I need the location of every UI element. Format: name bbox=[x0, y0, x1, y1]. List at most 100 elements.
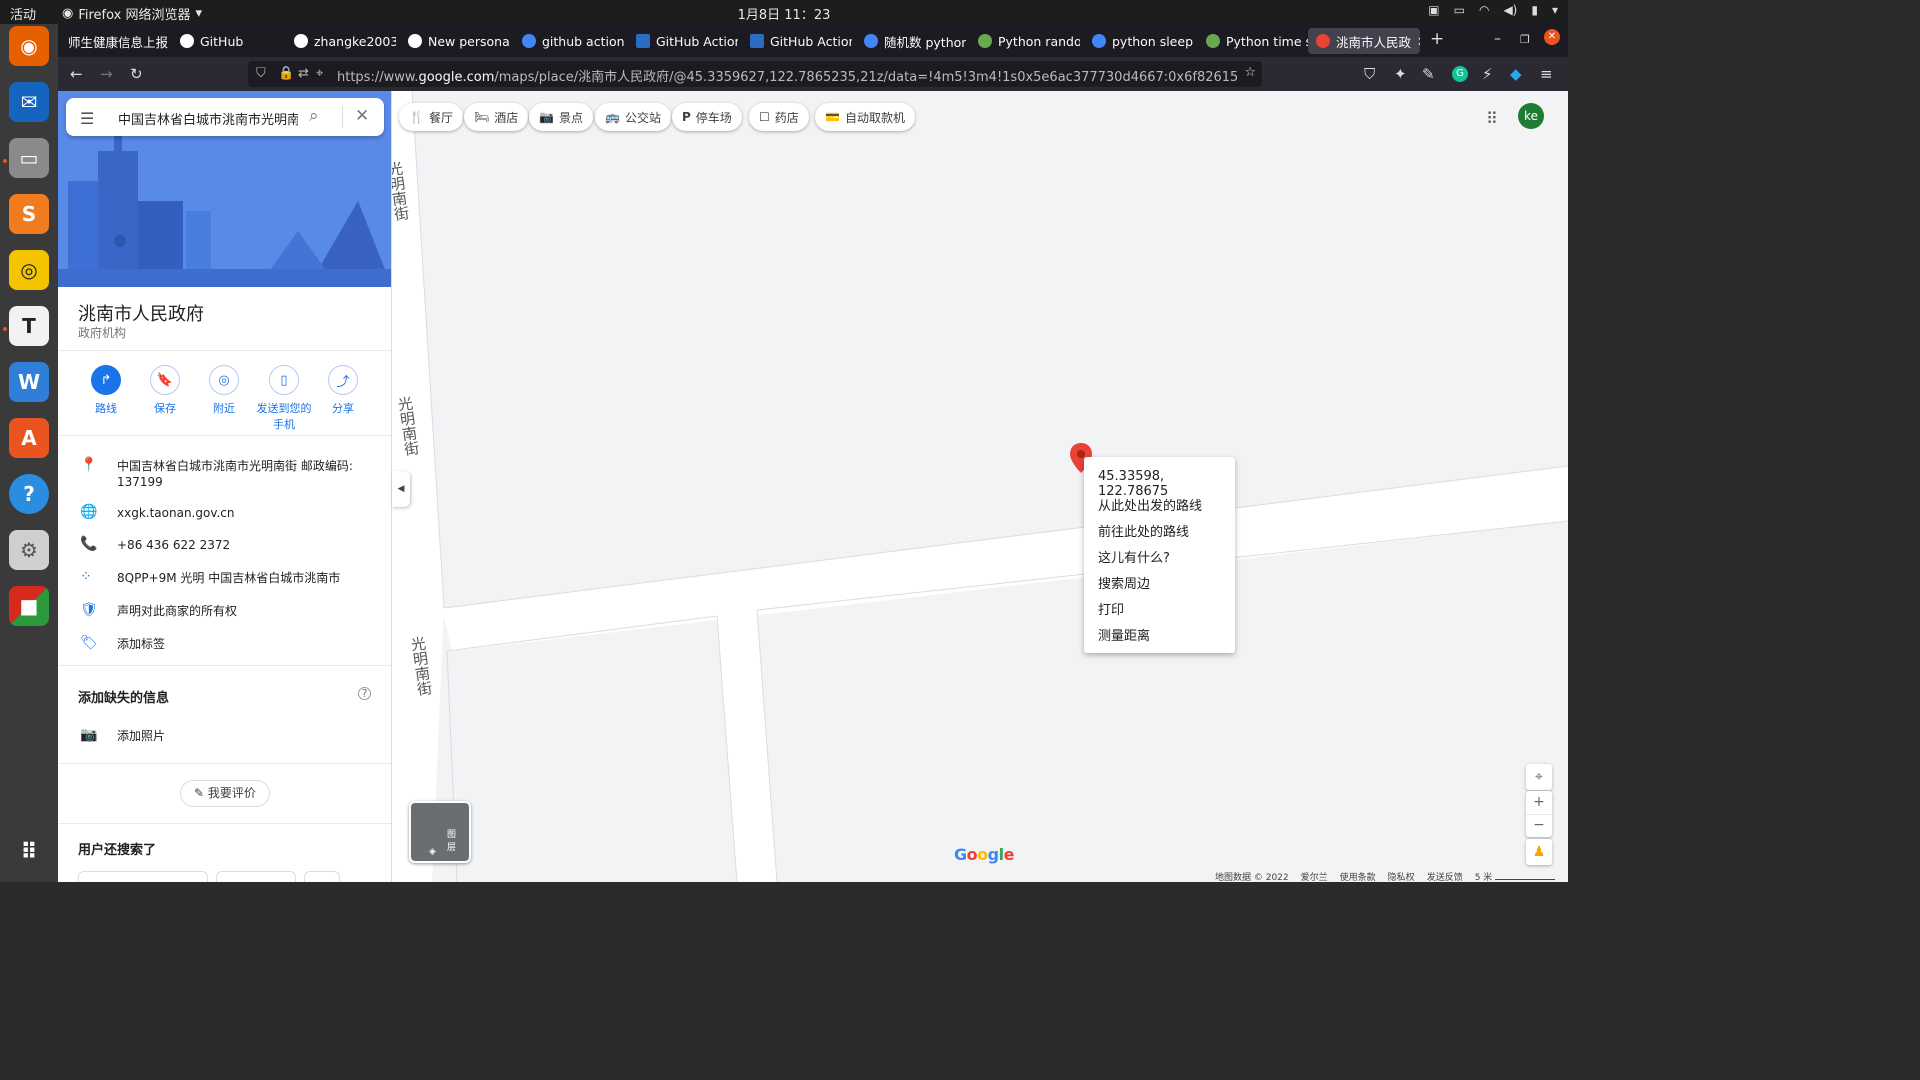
reload-icon[interactable]: ↻ bbox=[130, 65, 143, 83]
help-icon[interactable]: ? bbox=[358, 687, 371, 700]
wps-dock-icon[interactable]: W bbox=[9, 362, 49, 402]
back-icon[interactable]: ← bbox=[70, 65, 83, 83]
battery-icon[interactable]: ▮ bbox=[1531, 3, 1538, 17]
forward-icon[interactable]: → bbox=[100, 65, 113, 83]
chip-pharmacy[interactable]: ☐ 药店 bbox=[749, 103, 809, 131]
nearby-button[interactable]: ◎ 附近 bbox=[194, 365, 254, 416]
region-link[interactable]: 爱尔兰 bbox=[1301, 870, 1328, 882]
zoom-out-button[interactable]: − bbox=[1526, 814, 1552, 837]
location-icon[interactable]: ⌖ bbox=[316, 66, 323, 81]
new-tab-button[interactable]: + bbox=[1430, 29, 1444, 49]
clock[interactable]: 1月8日 11：23 bbox=[0, 4, 1568, 23]
context-menu-directions-from[interactable]: 从此处出发的路线 bbox=[1098, 495, 1202, 514]
tab[interactable]: github action bbox=[514, 28, 624, 54]
feedback-link[interactable]: 发送反馈 bbox=[1427, 870, 1463, 882]
thunderbird-dock-icon[interactable]: ✉ bbox=[9, 82, 49, 122]
street-view-pegman[interactable]: ♟ bbox=[1526, 839, 1552, 865]
map-canvas[interactable] bbox=[392, 91, 1568, 882]
tab[interactable]: New personal bbox=[400, 28, 510, 54]
files-dock-icon[interactable]: ▭ bbox=[9, 138, 49, 178]
share-button[interactable]: ⤴ 分享 bbox=[313, 365, 373, 416]
bookmark-star-icon[interactable]: ☆ bbox=[1244, 65, 1256, 80]
show-apps-icon[interactable]: ⠿ bbox=[9, 832, 49, 872]
directions-button[interactable]: ↱ 路线 bbox=[76, 365, 136, 416]
help-dock-icon[interactable]: ? bbox=[9, 474, 49, 514]
url-text[interactable]: https://www.google.com/maps/place/洮南市人民政… bbox=[337, 66, 1237, 85]
google-apps-icon[interactable]: ⠿ bbox=[1486, 109, 1498, 128]
url-bar[interactable]: ⛉ 🔒 ⇄ ⌖ https://www.google.com/maps/plac… bbox=[248, 61, 1262, 87]
grammarly-icon[interactable]: G bbox=[1452, 66, 1468, 82]
firefox-dock-icon[interactable]: ◉ bbox=[9, 26, 49, 66]
power-menu-icon[interactable]: ▾ bbox=[1552, 3, 1558, 17]
scale-bar[interactable]: 5 米 bbox=[1475, 870, 1556, 882]
privacy-link[interactable]: 隐私权 bbox=[1388, 870, 1415, 882]
minimize-icon[interactable]: – bbox=[1494, 31, 1501, 47]
place-category[interactable]: 政府机构 bbox=[78, 324, 126, 341]
tab[interactable]: python sleep bbox=[1084, 28, 1194, 54]
chip-restaurants[interactable]: 🍴 餐厅 bbox=[399, 103, 463, 131]
chip-parking[interactable]: P 停车场 bbox=[672, 103, 742, 131]
close-icon[interactable]: ✕ bbox=[355, 106, 369, 126]
sublime-dock-icon[interactable]: S bbox=[9, 194, 49, 234]
permissions-icon[interactable]: ⇄ bbox=[298, 66, 309, 81]
context-menu-search-nearby[interactable]: 搜索周边 bbox=[1098, 573, 1150, 592]
chip-transit[interactable]: 🚌 公交站 bbox=[595, 103, 671, 131]
text-editor-dock-icon[interactable]: T bbox=[9, 306, 49, 346]
tab[interactable]: Python rando bbox=[970, 28, 1080, 54]
context-menu-directions-to[interactable]: 前往此处的路线 bbox=[1098, 521, 1189, 540]
chip-attractions[interactable]: 📷 景点 bbox=[529, 103, 593, 131]
tab[interactable]: GitHub Action bbox=[742, 28, 852, 54]
write-review-button[interactable]: ✎ 我要评价 bbox=[180, 780, 270, 807]
chip-atm[interactable]: 💳 自动取款机 bbox=[815, 103, 915, 131]
screen-icon[interactable]: ▣ bbox=[1428, 3, 1439, 17]
chip-hotels[interactable]: 🛏 酒店 bbox=[464, 103, 529, 131]
related-place-card[interactable] bbox=[216, 871, 296, 882]
pocket-icon[interactable]: ⛉ bbox=[1364, 65, 1375, 83]
tab[interactable]: zhangke2003 bbox=[286, 28, 396, 54]
my-location-button[interactable]: ⌖ bbox=[1526, 764, 1552, 790]
system-tray[interactable]: ▣ ▭ ◠ ◀) ▮ ▾ bbox=[1428, 3, 1558, 17]
terms-link[interactable]: 使用条款 bbox=[1340, 870, 1376, 882]
maximize-icon[interactable]: ❐ bbox=[1520, 33, 1530, 46]
tab[interactable]: GitHub Action bbox=[628, 28, 738, 54]
game-dock-icon[interactable]: ■ bbox=[9, 586, 49, 626]
tab[interactable]: GitHub bbox=[172, 28, 282, 54]
wifi-icon[interactable]: ◠ bbox=[1479, 3, 1489, 17]
extension-icon[interactable]: ⚡ bbox=[1482, 65, 1493, 83]
tab[interactable]: 随机数 python bbox=[856, 28, 966, 54]
tab[interactable]: Python time s bbox=[1198, 28, 1308, 54]
close-tab-icon[interactable]: ✕ bbox=[1417, 34, 1420, 49]
tab-active[interactable]: 洮南市人民政 ✕ bbox=[1308, 28, 1420, 54]
lock-icon[interactable]: 🔒 bbox=[278, 66, 294, 81]
camera-icon: 📷 bbox=[80, 727, 98, 743]
volume-icon[interactable]: ◀) bbox=[1503, 3, 1517, 17]
tab[interactable]: 师生健康信息上报 bbox=[60, 28, 168, 54]
collapse-panel-button[interactable]: ◀ bbox=[392, 471, 410, 507]
search-input[interactable]: 中国吉林省白城市洮南市光明南 bbox=[118, 109, 298, 128]
related-place-card[interactable] bbox=[304, 871, 340, 882]
related-places-strip[interactable] bbox=[78, 871, 378, 882]
extension-icon[interactable]: ✎ bbox=[1422, 65, 1435, 83]
hamburger-menu-icon[interactable]: ☰ bbox=[80, 109, 94, 128]
menu-icon[interactable]: ≡ bbox=[1540, 65, 1553, 83]
software-center-dock-icon[interactable]: A bbox=[9, 418, 49, 458]
shield-icon[interactable]: ⛉ bbox=[256, 66, 266, 81]
search-box[interactable]: ☰ 中国吉林省白城市洮南市光明南 ⌕ ✕ bbox=[66, 98, 384, 136]
extension-icon[interactable]: ✦ bbox=[1394, 65, 1407, 83]
keyboard-icon[interactable]: ▭ bbox=[1454, 3, 1465, 17]
zoom-in-button[interactable]: + bbox=[1526, 791, 1552, 814]
google-maps[interactable]: 光明南街 光明南街 光明南街 ☰ 中国吉林省白城市洮南市光明南 ⌕ ✕ 洮南市人… bbox=[58, 91, 1568, 882]
layers-button[interactable]: ◈ 图层 bbox=[409, 801, 471, 863]
send-to-phone-button[interactable]: ▯ 发送到您的手机 bbox=[254, 365, 314, 432]
settings-dock-icon[interactable]: ⚙ bbox=[9, 530, 49, 570]
extension-icon[interactable]: ◆ bbox=[1510, 65, 1522, 83]
context-menu-measure[interactable]: 测量距离 bbox=[1098, 625, 1150, 644]
context-menu-whats-here[interactable]: 这儿有什么? bbox=[1098, 547, 1170, 566]
rhythmbox-dock-icon[interactable]: ◎ bbox=[9, 250, 49, 290]
related-place-card[interactable] bbox=[78, 871, 208, 882]
search-icon[interactable]: ⌕ bbox=[309, 106, 319, 126]
context-menu-print[interactable]: 打印 bbox=[1098, 599, 1124, 618]
save-button[interactable]: 🔖 保存 bbox=[135, 365, 195, 416]
avatar[interactable]: ke bbox=[1518, 103, 1544, 129]
close-window-icon[interactable]: ✕ bbox=[1544, 29, 1560, 45]
